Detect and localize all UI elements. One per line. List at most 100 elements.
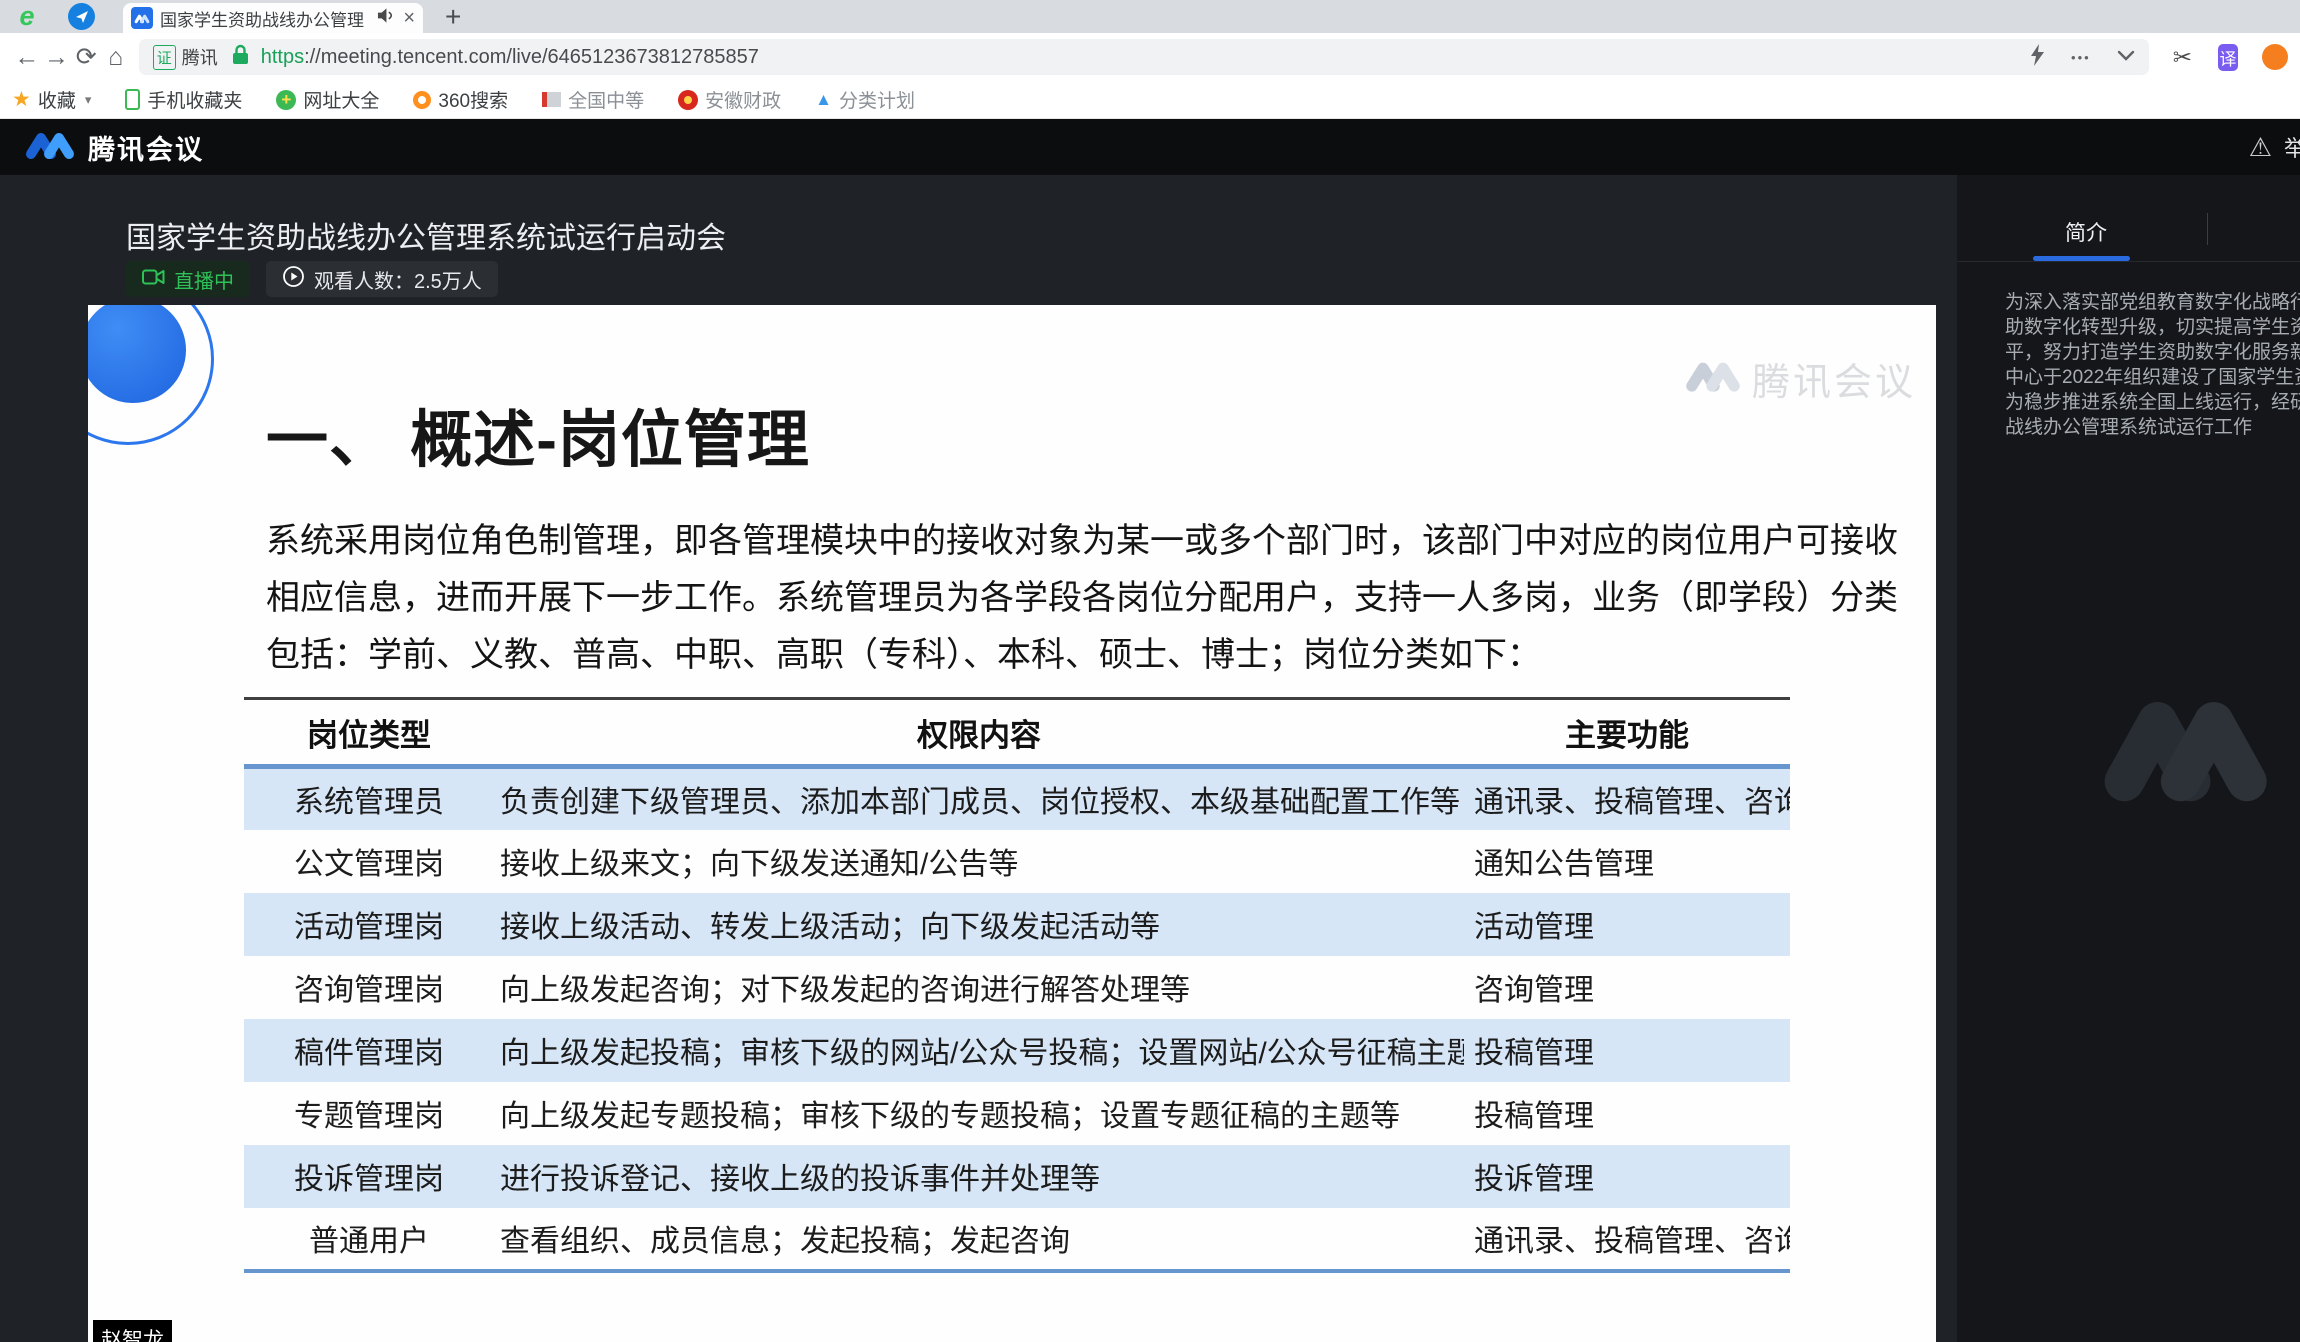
bookmarks-bar: ★ 收藏 ▾ 手机收藏夹 + 网址大全 360搜索 全国中等 安徽财政 ▲ 分类… [0, 81, 2300, 119]
certificate-badge: 证 [153, 45, 176, 70]
browser-toolbar: ← → ⟳ ⌂ 证 腾讯 https://meeting.tencent.com… [0, 33, 2300, 81]
video-player[interactable]: 腾讯会议 一、 概述-岗位管理 系统采用岗位角色制管理，即各管理模块中的接收对象… [88, 305, 1936, 1342]
tab-close-icon[interactable]: × [403, 8, 415, 28]
live-page: 国家学生资助战线办公管理系统试运行启动会 直播中 观看人数：2.5万人 [0, 175, 2300, 1342]
table-row: 普通用户查看组织、成员信息；发起投稿；发起咨询通讯录、投稿管理、咨询管理 [244, 1208, 1790, 1271]
grid-icon [542, 92, 561, 107]
table-cell: 向上级发起专题投稿；审核下级的专题投稿；设置专题征稿的主题等 [494, 1082, 1464, 1145]
bolt-icon[interactable] [2030, 44, 2045, 71]
send-icon[interactable] [68, 3, 95, 30]
column-header: 主要功能 [1464, 699, 1790, 767]
table-row: 稿件管理岗向上级发起投稿；审核下级的网站/公众号投稿；设置网站/公众号征稿主题等… [244, 1019, 1790, 1082]
emblem-icon [678, 90, 698, 110]
table-cell: 稿件管理岗 [244, 1019, 494, 1082]
table-cell: 查看组织、成员信息；发起投稿；发起咨询 [494, 1208, 1464, 1271]
forward-button[interactable]: → [42, 43, 72, 72]
table-cell: 投诉管理岗 [244, 1145, 494, 1208]
table-cell: 投诉管理 [1464, 1145, 1790, 1208]
tab-audio-icon[interactable] [376, 7, 395, 29]
intro-description: 为深入落实部党组教育数字化战略行动要求， 助数字化转型升级，切实提高学生资助战线… [1957, 262, 2300, 440]
lock-icon[interactable] [232, 44, 249, 70]
tencent-meeting-watermark-icon [1684, 358, 1742, 399]
back-button[interactable]: ← [12, 43, 42, 72]
table-cell: 普通用户 [244, 1208, 494, 1271]
table-cell: 投稿管理 [1464, 1019, 1790, 1082]
table-cell: 咨询管理 [1464, 956, 1790, 1019]
new-tab-button[interactable]: + [445, 1, 461, 33]
ring-icon [413, 91, 431, 109]
bookmark-anhui-finance[interactable]: 安徽财政 [678, 86, 781, 113]
sidebar-tabs: 简介 [1957, 175, 2300, 262]
caret-down-icon: ▾ [85, 92, 92, 108]
camera-icon [142, 268, 165, 291]
table-cell: 活动管理岗 [244, 893, 494, 956]
viewer-count-badge: 观看人数：2.5万人 [266, 261, 498, 297]
table-body: 系统管理员负责创建下级管理员、添加本部门成员、岗位授权、本级基础配置工作等通讯录… [244, 767, 1790, 1271]
table-cell: 负责创建下级管理员、添加本部门成员、岗位授权、本级基础配置工作等 [494, 767, 1464, 830]
bookmark-national[interactable]: 全国中等 [542, 86, 644, 113]
brand-name: 腾讯会议 [88, 128, 204, 167]
live-title: 国家学生资助战线办公管理系统试运行启动会 [126, 213, 726, 257]
table-cell: 通讯录、投稿管理、咨询管理 [1464, 1208, 1790, 1271]
column-header: 岗位类型 [244, 699, 494, 767]
warning-icon[interactable]: ⚠ [2249, 132, 2272, 163]
table-cell: 投稿管理 [1464, 1082, 1790, 1145]
bookmark-phone-favorites[interactable]: 手机收藏夹 [125, 86, 242, 113]
more-icon[interactable]: ••• [2071, 50, 2091, 65]
table-cell: 咨询管理岗 [244, 956, 494, 1019]
phone-icon [125, 89, 140, 110]
extension-icon[interactable] [2262, 44, 2288, 70]
table-row: 投诉管理岗进行投诉登记、接收上级的投诉事件并处理等投诉管理 [244, 1145, 1790, 1208]
table-cell: 向上级发起投稿；审核下级的网站/公众号投稿；设置网站/公众号征稿主题等 [494, 1019, 1464, 1082]
roles-table: 岗位类型 权限内容 主要功能 系统管理员负责创建下级管理员、添加本部门成员、岗位… [244, 697, 1790, 1273]
translate-icon[interactable]: 译 [2218, 44, 2238, 71]
bookmark-360-search[interactable]: 360搜索 [413, 86, 508, 113]
slide-paragraph: 系统采用岗位角色制管理，即各管理模块中的接收对象为某一或多个部门时，该部门中对应… [266, 513, 1898, 684]
browser-360-logo-icon[interactable]: e [12, 2, 42, 32]
bookmark-favorites[interactable]: ★ 收藏 ▾ [12, 86, 91, 113]
scissors-icon[interactable]: ✂ [2173, 44, 2192, 71]
table-cell: 通讯录、投稿管理、咨询管理 [1464, 767, 1790, 830]
address-bar[interactable]: 证 腾讯 https://meeting.tencent.com/live/64… [139, 39, 2149, 75]
play-circle-icon [282, 265, 305, 294]
table-cell: 公文管理岗 [244, 830, 494, 893]
site-name: 腾讯 [182, 44, 218, 70]
table-row: 专题管理岗向上级发起专题投稿；审核下级的专题投稿；设置专题征稿的主题等投稿管理 [244, 1082, 1790, 1145]
info-sidebar: 简介 为深入落实部党组教育数字化战略行动要求， 助数字化转型升级，切实提高学生资… [1957, 175, 2300, 1342]
tab-intro[interactable]: 简介 [2065, 217, 2107, 247]
tencent-meeting-logo-icon [24, 129, 76, 166]
table-row: 公文管理岗接收上级来文；向下级发送通知/公告等通知公告管理 [244, 830, 1790, 893]
table-cell: 进行投诉登记、接收上级的投诉事件并处理等 [494, 1145, 1464, 1208]
table-header-row: 岗位类型 权限内容 主要功能 [244, 699, 1790, 767]
tab-title: 国家学生资助战线办公管理 [160, 6, 369, 31]
home-button[interactable]: ⌂ [101, 43, 131, 72]
chevron-down-icon[interactable] [2117, 48, 2135, 66]
tab-divider [2207, 213, 2208, 245]
sidebar-watermark-icon [2098, 672, 2270, 823]
refresh-button[interactable]: ⟳ [71, 42, 101, 72]
table-row: 咨询管理岗向上级发起咨询；对下级发起的咨询进行解答处理等咨询管理 [244, 956, 1790, 1019]
active-tab-indicator [2033, 256, 2130, 261]
slide-heading: 一、 概述-岗位管理 [266, 389, 810, 479]
table-cell: 接收上级活动、转发上级活动；向下级发起活动等 [494, 893, 1464, 956]
star-icon: ★ [12, 87, 31, 112]
table-cell: 系统管理员 [244, 767, 494, 830]
triangle-icon: ▲ [815, 90, 832, 110]
report-label[interactable]: 举 [2284, 131, 2300, 163]
bookmark-site-directory[interactable]: + 网址大全 [276, 86, 379, 113]
browser-window: e 国家学生资助战线办公管理 × + ← → ⟳ ⌂ 证 腾讯 [0, 0, 2300, 1342]
column-header: 权限内容 [494, 699, 1464, 767]
table-cell: 接收上级来文；向下级发送通知/公告等 [494, 830, 1464, 893]
url-text: https://meeting.tencent.com/live/6465123… [261, 46, 759, 69]
tencent-meeting-favicon-icon [131, 7, 153, 29]
table-cell: 通知公告管理 [1464, 830, 1790, 893]
plus-circle-icon: + [276, 90, 296, 110]
table-row: 系统管理员负责创建下级管理员、添加本部门成员、岗位授权、本级基础配置工作等通讯录… [244, 767, 1790, 830]
live-status-badge: 直播中 [126, 261, 250, 297]
meeting-header: 腾讯会议 ⚠ 举 [0, 119, 2300, 175]
table-cell: 专题管理岗 [244, 1082, 494, 1145]
browser-tab[interactable]: 国家学生资助战线办公管理 × [123, 3, 423, 33]
bookmark-category-plan[interactable]: ▲ 分类计划 [815, 86, 915, 113]
table-row: 活动管理岗接收上级活动、转发上级活动；向下级发起活动等活动管理 [244, 893, 1790, 956]
browser-tab-strip: e 国家学生资助战线办公管理 × + [0, 0, 2300, 33]
